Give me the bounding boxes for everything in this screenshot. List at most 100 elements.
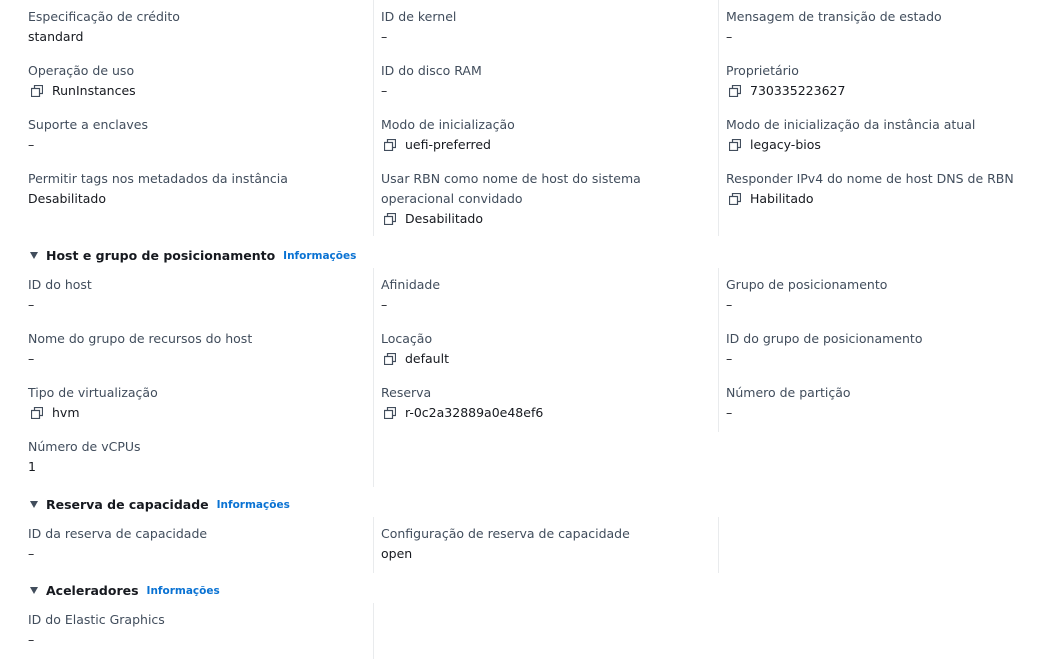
cr-config-value: open bbox=[381, 546, 413, 561]
eg-id-value: – bbox=[28, 632, 35, 647]
accelerators-col-2 bbox=[373, 603, 718, 659]
field-enclave: Suporte a enclaves – bbox=[28, 115, 358, 154]
host-rg-name-label: Nome do grupo de recursos do host bbox=[28, 331, 253, 346]
rbn-hostname-value: Desabilitado bbox=[405, 211, 483, 226]
host-placement-grid: ID do host – Nome do grupo de recursos d… bbox=[28, 268, 1042, 487]
partition-num-label: Número de partição bbox=[726, 385, 851, 400]
eg-id-label: ID do Elastic Graphics bbox=[28, 612, 165, 627]
usage-op-value: RunInstances bbox=[52, 83, 136, 98]
field-reservation: Reserva r-0c2a32889a0e48ef6 bbox=[381, 383, 711, 422]
field-current-boot-mode: Modo de inicialização da instância atual… bbox=[726, 115, 1042, 154]
copy-icon[interactable] bbox=[384, 406, 396, 419]
copy-icon[interactable] bbox=[729, 138, 741, 151]
capacity-header[interactable]: Reserva de capacidade Informações bbox=[28, 497, 290, 512]
cr-id-value: – bbox=[28, 546, 35, 561]
accelerators-info-link[interactable]: Informações bbox=[147, 585, 220, 597]
field-placement-group: Grupo de posicionamento – bbox=[726, 275, 1042, 314]
field-metadata-tags: Permitir tags nos metadados da instância… bbox=[28, 169, 358, 208]
accelerators-header[interactable]: Aceleradores Informações bbox=[28, 583, 220, 598]
affinity-value: – bbox=[381, 297, 388, 312]
field-rbn-hostname: Usar RBN como nome de host do sistema op… bbox=[381, 169, 711, 228]
metadata-tags-value: Desabilitado bbox=[28, 191, 106, 206]
accelerators-grid: ID do Elastic Graphics – bbox=[28, 603, 1042, 659]
kernel-id-label: ID de kernel bbox=[381, 9, 457, 24]
host-placement-title: Host e grupo de posicionamento bbox=[46, 248, 276, 263]
placement-group-value: – bbox=[726, 297, 733, 312]
field-owner: Proprietário 730335223627 bbox=[726, 61, 1042, 100]
details-col-2: ID de kernel – ID do disco RAM – Modo de… bbox=[373, 0, 718, 236]
affinity-label: Afinidade bbox=[381, 277, 441, 292]
capacity-info-link[interactable]: Informações bbox=[217, 499, 290, 511]
cr-config-label: Configuração de reserva de capacidade bbox=[381, 526, 630, 541]
field-kernel-id: ID de kernel – bbox=[381, 7, 711, 46]
host-col-2: Afinidade – Locação default Reserva r-0c… bbox=[373, 268, 718, 487]
partition-num-value: – bbox=[726, 405, 733, 420]
field-tenancy: Locação default bbox=[381, 329, 711, 368]
ramdisk-id-value: – bbox=[381, 83, 388, 98]
caret-down-icon[interactable] bbox=[30, 252, 38, 259]
tenancy-value: default bbox=[405, 351, 449, 366]
boot-mode-value: uefi-preferred bbox=[405, 137, 491, 152]
copy-icon[interactable] bbox=[384, 352, 396, 365]
copy-icon[interactable] bbox=[31, 406, 43, 419]
placement-group-id-value: – bbox=[726, 351, 733, 366]
usage-op-label: Operação de uso bbox=[28, 63, 135, 78]
capacity-col-1: ID da reserva de capacidade – bbox=[28, 517, 373, 573]
rbn-ipv4-label: Responder IPv4 do nome de host DNS de RB… bbox=[726, 171, 1014, 186]
copy-icon[interactable] bbox=[729, 84, 741, 97]
capacity-col-2: Configuração de reserva de capacidade op… bbox=[373, 517, 718, 573]
placement-group-label: Grupo de posicionamento bbox=[726, 277, 888, 292]
field-host-rg-name: Nome do grupo de recursos do host – bbox=[28, 329, 358, 368]
accelerators-col-1: ID do Elastic Graphics – bbox=[28, 603, 373, 659]
metadata-tags-label: Permitir tags nos metadados da instância bbox=[28, 171, 288, 186]
current-boot-mode-label: Modo de inicialização da instância atual bbox=[726, 117, 976, 132]
host-col-3: Grupo de posicionamento – ID do grupo de… bbox=[718, 268, 1042, 432]
field-partition-num: Número de partição – bbox=[726, 383, 1042, 422]
host-id-value: – bbox=[28, 297, 35, 312]
virt-type-value: hvm bbox=[52, 405, 80, 420]
host-id-label: ID do host bbox=[28, 277, 92, 292]
copy-icon[interactable] bbox=[31, 84, 43, 97]
reservation-value: r-0c2a32889a0e48ef6 bbox=[405, 405, 544, 420]
reservation-label: Reserva bbox=[381, 385, 432, 400]
ramdisk-id-label: ID do disco RAM bbox=[381, 63, 482, 78]
current-boot-mode-value: legacy-bios bbox=[750, 137, 821, 152]
field-virt-type: Tipo de virtualização hvm bbox=[28, 383, 358, 422]
host-col-1: ID do host – Nome do grupo de recursos d… bbox=[28, 268, 373, 487]
rbn-ipv4-value: Habilitado bbox=[750, 191, 814, 206]
field-eg-id: ID do Elastic Graphics – bbox=[28, 610, 358, 649]
capacity-title: Reserva de capacidade bbox=[46, 497, 209, 512]
copy-icon[interactable] bbox=[729, 192, 741, 205]
owner-label: Proprietário bbox=[726, 63, 799, 78]
details-col-3: Mensagem de transição de estado – Propri… bbox=[718, 0, 1042, 236]
field-vcpus: Número de vCPUs 1 bbox=[28, 437, 358, 476]
credit-spec-label: Especificação de crédito bbox=[28, 9, 180, 24]
details-grid: Especificação de crédito standard Operaç… bbox=[28, 0, 1042, 236]
field-affinity: Afinidade – bbox=[381, 275, 711, 314]
virt-type-label: Tipo de virtualização bbox=[28, 385, 158, 400]
caret-down-icon[interactable] bbox=[30, 501, 38, 508]
caret-down-icon[interactable] bbox=[30, 587, 38, 594]
field-rbn-ipv4: Responder IPv4 do nome de host DNS de RB… bbox=[726, 169, 1042, 208]
state-msg-label: Mensagem de transição de estado bbox=[726, 9, 942, 24]
host-placement-info-link[interactable]: Informações bbox=[283, 250, 356, 262]
vcpus-label: Número de vCPUs bbox=[28, 439, 141, 454]
field-cr-config: Configuração de reserva de capacidade op… bbox=[381, 524, 711, 563]
owner-value: 730335223627 bbox=[750, 83, 846, 98]
copy-icon[interactable] bbox=[384, 212, 396, 225]
field-state-msg: Mensagem de transição de estado – bbox=[726, 7, 1042, 46]
field-cr-id: ID da reserva de capacidade – bbox=[28, 524, 358, 563]
state-msg-value: – bbox=[726, 29, 733, 44]
copy-icon[interactable] bbox=[384, 138, 396, 151]
accelerators-title: Aceleradores bbox=[46, 583, 139, 598]
rbn-hostname-label: Usar RBN como nome de host do sistema op… bbox=[381, 171, 641, 206]
field-credit-spec: Especificação de crédito standard bbox=[28, 7, 358, 46]
cr-id-label: ID da reserva de capacidade bbox=[28, 526, 208, 541]
field-usage-op: Operação de uso RunInstances bbox=[28, 61, 358, 100]
host-rg-name-value: – bbox=[28, 351, 35, 366]
enclave-label: Suporte a enclaves bbox=[28, 117, 148, 132]
instance-details-page: Especificação de crédito standard Operaç… bbox=[0, 0, 1042, 667]
host-placement-header[interactable]: Host e grupo de posicionamento Informaçõ… bbox=[28, 248, 356, 263]
field-ramdisk-id: ID do disco RAM – bbox=[381, 61, 711, 100]
field-placement-group-id: ID do grupo de posicionamento – bbox=[726, 329, 1042, 368]
